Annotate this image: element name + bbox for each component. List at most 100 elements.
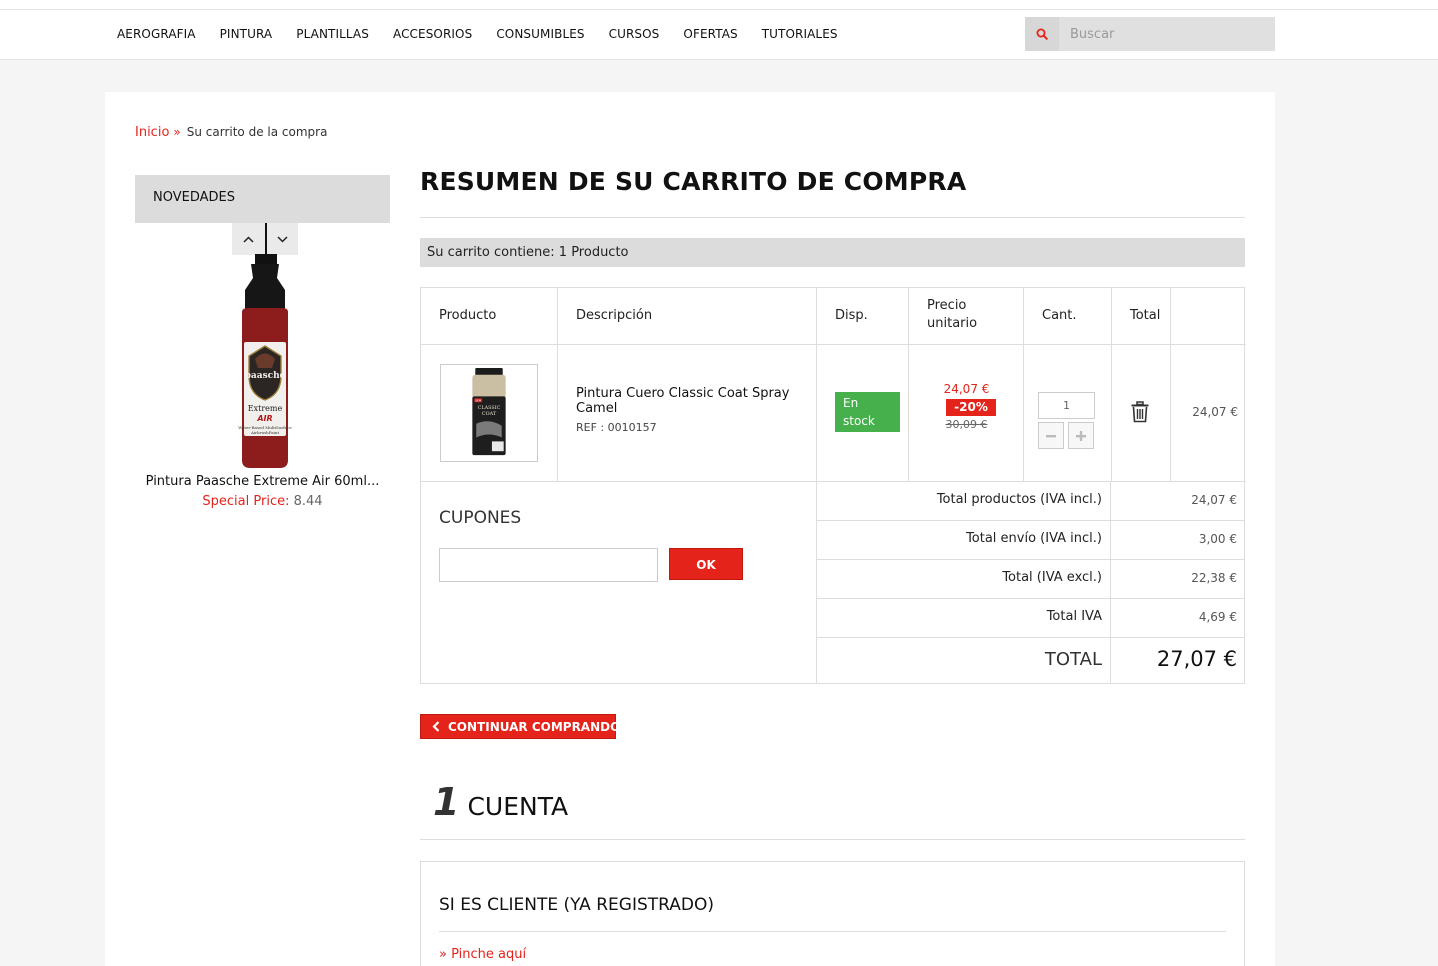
carousel-controls	[232, 223, 298, 255]
stock-badge: En stock	[835, 392, 900, 432]
total-tax-row: Total IVA 4,69 €	[817, 599, 1245, 638]
column-header-descripcion: Descripción	[558, 288, 817, 345]
nav-item-aerografia[interactable]: AEROGRAFIA	[117, 27, 196, 41]
nav-item-plantillas[interactable]: PLANTILLAS	[296, 27, 369, 41]
cell-product-image: SEM CLASSIC COAT	[421, 345, 558, 482]
column-label-producto: Producto	[439, 308, 497, 323]
cell-description: Pintura Cuero Classic Coat Spray Camel R…	[558, 345, 817, 482]
total-shipping-label-cell: Total envío (IVA incl.)	[817, 521, 1111, 559]
bottle-line2-text: AIR	[256, 414, 272, 423]
chevron-down-icon	[277, 235, 288, 243]
cell-quantity: 1	[1024, 345, 1112, 482]
total-tax-label-cell: Total IVA	[817, 599, 1111, 637]
cart-table: Producto Descripción Disp. Precio unitar…	[420, 287, 1246, 684]
continue-shopping-button[interactable]: CONTINUAR COMPRANDO	[420, 714, 620, 739]
minus-icon	[1046, 434, 1056, 437]
plus-icon	[1076, 430, 1086, 441]
login-link[interactable]: » Pinche aquí	[439, 947, 526, 962]
search-icon	[1036, 28, 1048, 40]
chevron-left-icon	[432, 721, 440, 732]
total-products-row: Total productos (IVA incl.) 24,07 €	[817, 482, 1245, 521]
search-bar	[1025, 17, 1275, 51]
nav-item-cursos[interactable]: CURSOS	[609, 27, 660, 41]
breadcrumb-home-link[interactable]: Inicio	[135, 125, 169, 140]
bottle-brand-text: paasche	[245, 371, 286, 381]
grand-total-value: 27,07 €	[1156, 647, 1237, 671]
item-total: 24,07 €	[1192, 405, 1238, 419]
total-shipping-label: Total envío (IVA incl.)	[966, 531, 1102, 546]
chevron-up-icon	[243, 235, 254, 243]
quantity-decrease-button[interactable]	[1038, 422, 1064, 449]
total-tax-value: 4,69 €	[1198, 610, 1237, 624]
total-excl-tax-label: Total (IVA excl.)	[1002, 570, 1102, 585]
can-brand-text: SEM	[475, 399, 482, 403]
step-heading: 1 CUENTA	[433, 780, 568, 824]
nav-item-ofertas[interactable]: OFERTAS	[683, 27, 737, 41]
quantity-increase-button[interactable]	[1068, 422, 1094, 449]
total-shipping-row: Total envío (IVA incl.) 3,00 €	[817, 521, 1245, 560]
item-name[interactable]: Pintura Cuero Classic Coat Spray Camel	[576, 386, 806, 416]
nav-item-tutoriales[interactable]: TUTORIALES	[762, 27, 838, 41]
discount-badge: -20%	[946, 399, 996, 416]
search-input[interactable]	[1059, 17, 1275, 51]
sidebar-product-name[interactable]: Pintura Paasche Extreme Air 60ml...	[135, 474, 390, 489]
total-tax-label: Total IVA	[1046, 609, 1102, 624]
step-number: 1	[433, 780, 460, 824]
column-header-cant: Cant.	[1024, 288, 1112, 345]
quantity-input[interactable]: 1	[1038, 392, 1095, 419]
cell-delete	[1112, 345, 1171, 482]
bottle-line1-text: Extreme	[248, 404, 283, 413]
stock-badge-line2: stock	[843, 414, 875, 428]
trash-icon[interactable]	[1130, 401, 1150, 423]
coupons-panel: CUPONES OK	[421, 482, 817, 683]
registered-customer-title: SI ES CLIENTE (YA REGISTRADO)	[439, 895, 714, 915]
column-header-producto: Producto	[421, 288, 558, 345]
breadcrumb-current: Su carrito de la compra	[186, 125, 328, 139]
nav-item-accesorios[interactable]: ACCESORIOS	[393, 27, 472, 41]
nav-item-pintura[interactable]: PINTURA	[220, 27, 273, 41]
cell-unit-price: 24,07 € -20% 30,09 €	[909, 345, 1024, 482]
sidebar-product-price: Special Price: 8.44	[135, 494, 390, 509]
bottle-line4-text: AirbrushPaint	[250, 430, 280, 435]
breadcrumb: Inicio » Su carrito de la compra	[135, 125, 327, 140]
column-header-precio: Precio unitario	[909, 288, 1024, 345]
step-divider	[420, 839, 1245, 840]
column-header-disp: Disp.	[817, 288, 909, 345]
cell-row-total: 24,07 €	[1171, 345, 1246, 482]
title-divider	[420, 217, 1245, 218]
nav-item-consumibles[interactable]: CONSUMIBLES	[496, 27, 584, 41]
coupon-ok-button[interactable]: OK	[669, 548, 743, 580]
grand-total-row: TOTAL 27,07 €	[817, 638, 1245, 683]
column-label-precio: Precio	[927, 298, 967, 313]
product-bottle-image[interactable]: paasche Extreme AIR Water-Based MultiSur…	[220, 254, 310, 470]
coupon-code-input[interactable]	[439, 548, 658, 582]
cart-table-header: Producto Descripción Disp. Precio unitar…	[421, 288, 1246, 345]
registered-customer-box: SI ES CLIENTE (YA REGISTRADO) » Pinche a…	[420, 861, 1245, 966]
main-menu: AEROGRAFIA PINTURA PLANTILLAS ACCESORIOS…	[117, 27, 862, 41]
cart-item-row: SEM CLASSIC COAT Pintura Cuero Classic C…	[421, 345, 1246, 482]
product-thumbnail[interactable]: SEM CLASSIC COAT	[440, 364, 538, 462]
grand-total-label: TOTAL	[1044, 649, 1102, 670]
column-label-total: Total	[1130, 308, 1161, 323]
search-button[interactable]	[1025, 17, 1059, 51]
column-header-total: Total	[1112, 288, 1171, 345]
breadcrumb-separator: »	[173, 125, 181, 139]
grand-total-label-cell: TOTAL	[817, 638, 1111, 683]
special-price-value: 8.44	[293, 494, 323, 509]
continue-shopping-label: CONTINUAR COMPRANDO	[448, 720, 621, 734]
total-products-label-cell: Total productos (IVA incl.)	[817, 482, 1111, 520]
stock-badge-line1: En	[843, 396, 859, 410]
coupons-title: CUPONES	[439, 508, 522, 528]
carousel-up-button[interactable]	[232, 223, 265, 255]
item-ref: REF : 0010157	[576, 421, 657, 434]
page-content: Inicio » Su carrito de la compra NOVEDADES…	[105, 92, 1275, 966]
total-excl-tax-row: Total (IVA excl.) 22,38 €	[817, 560, 1245, 599]
price-new: 24,07 €	[943, 382, 990, 396]
cell-availability: En stock	[817, 345, 909, 482]
can-label-line2: COAT	[482, 411, 497, 417]
cart-summary-bar: Su carrito contiene: 1 Producto	[420, 238, 1245, 267]
special-price-label: Special Price:	[202, 494, 290, 509]
total-excl-tax-label-cell: Total (IVA excl.)	[817, 560, 1111, 598]
carousel-down-button[interactable]	[265, 223, 298, 255]
step-label: CUENTA	[467, 792, 569, 821]
